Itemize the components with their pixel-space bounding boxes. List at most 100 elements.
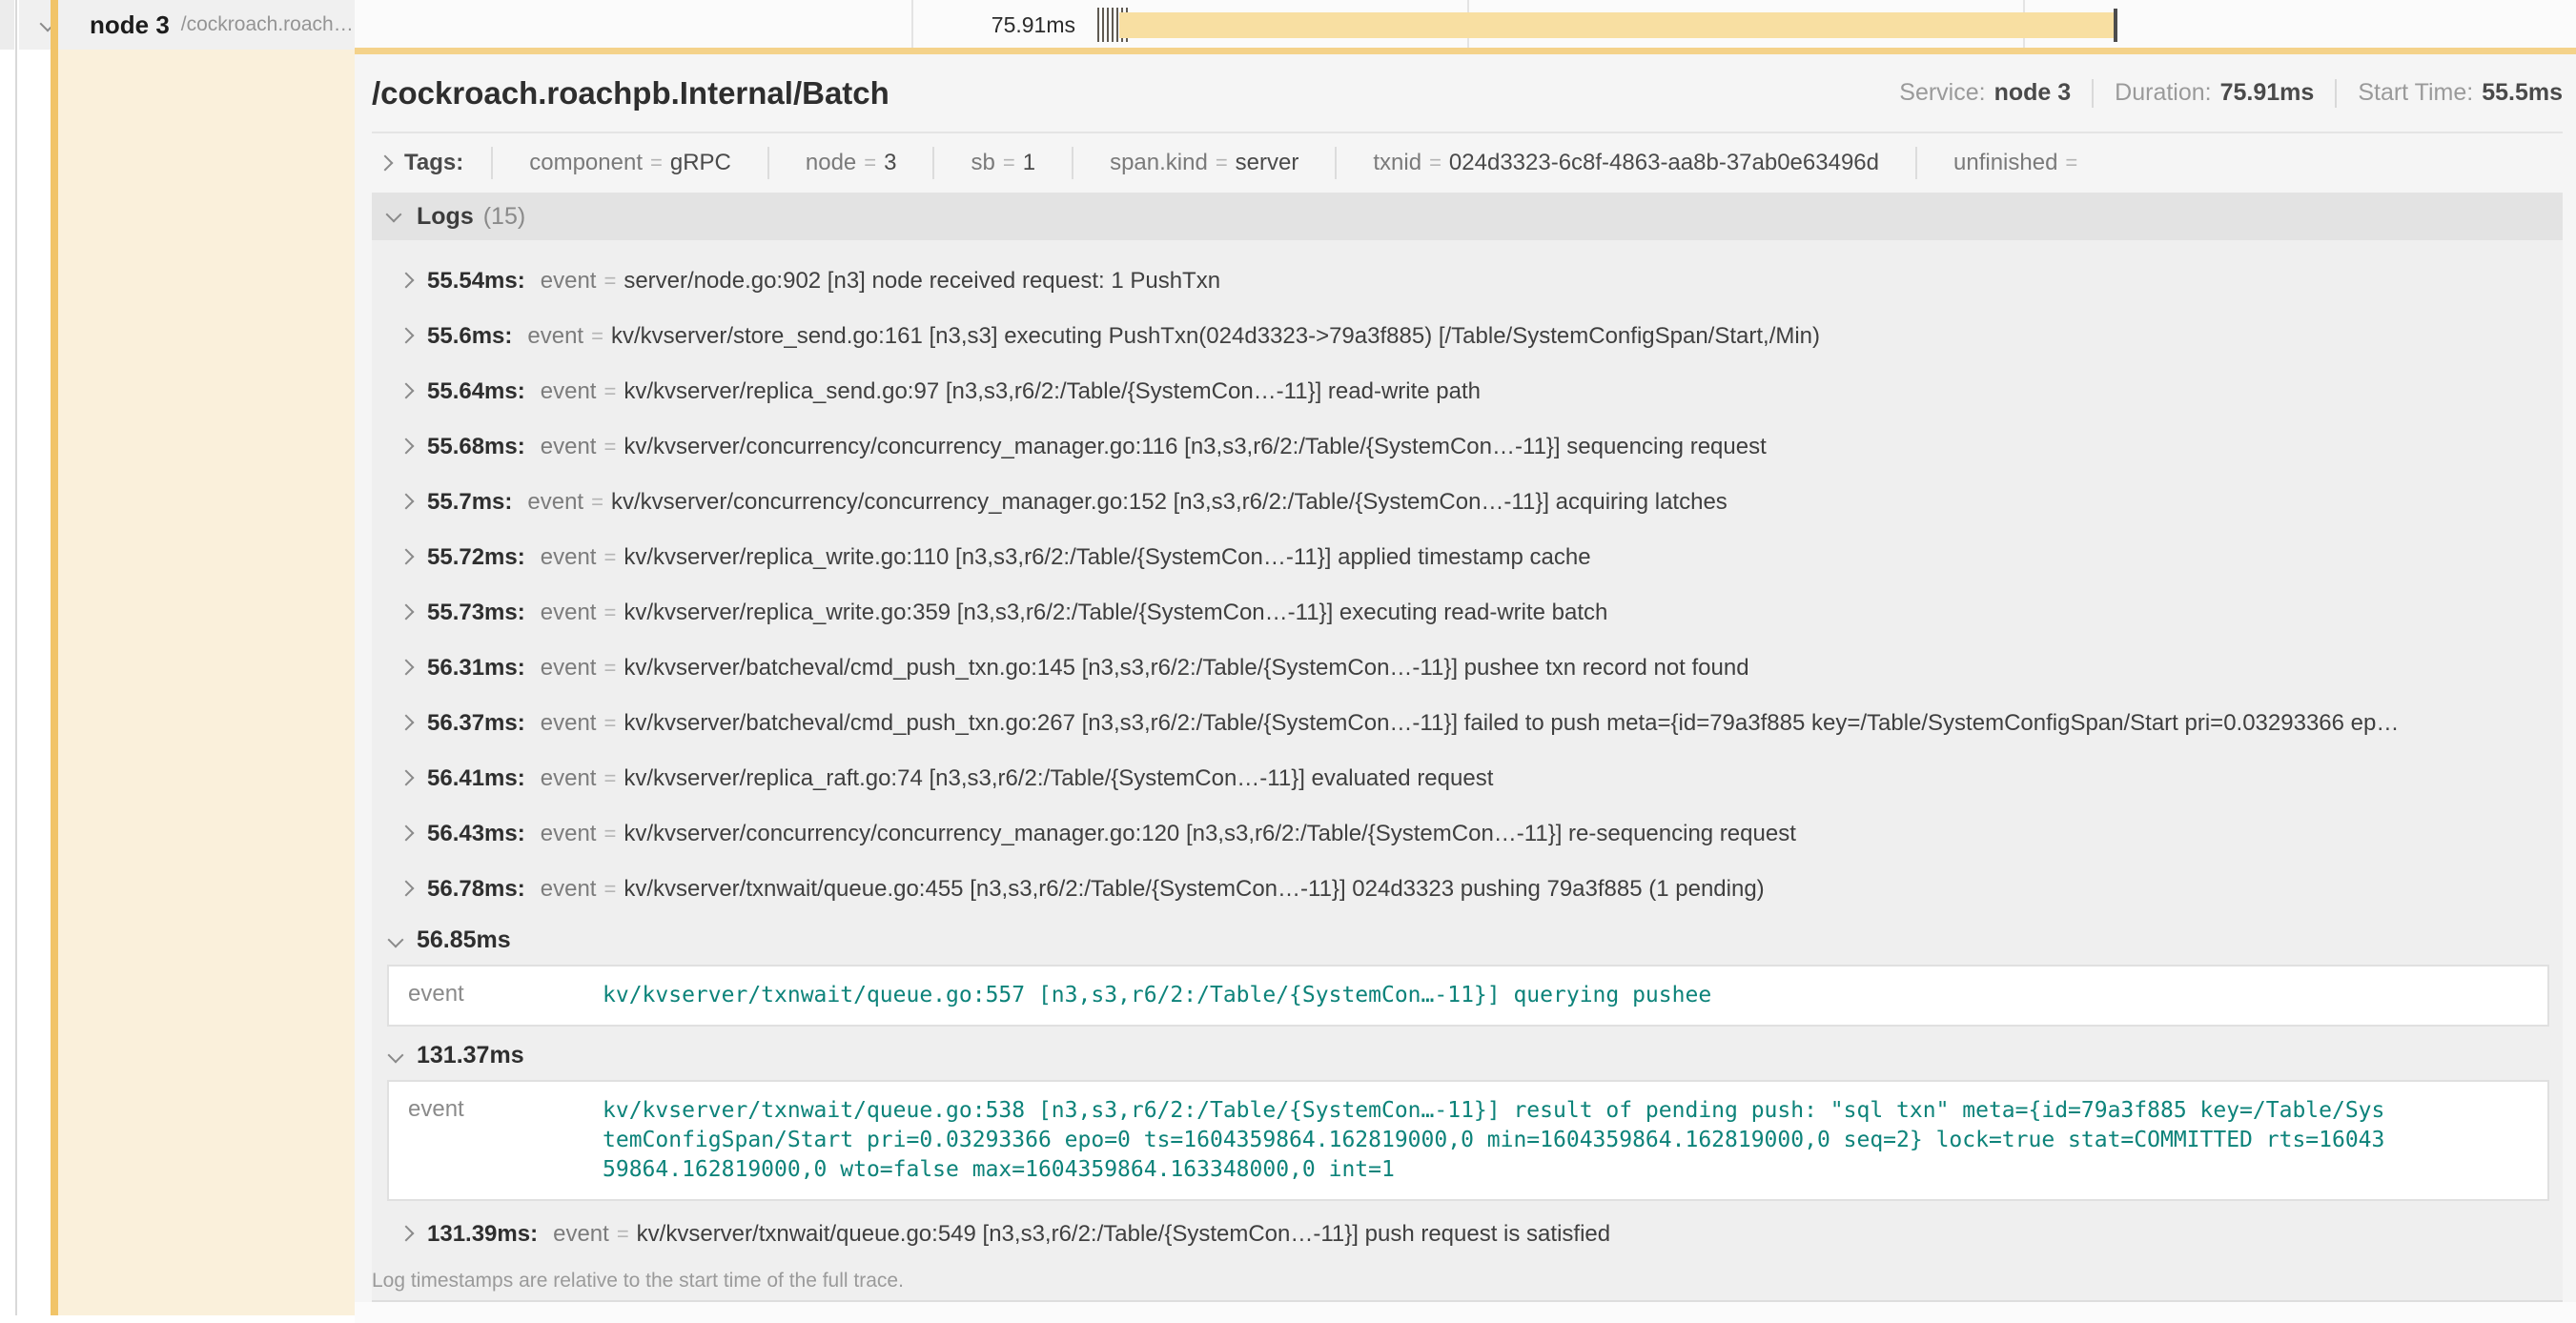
chevron-right-icon[interactable] [399,273,415,289]
log-field-key: event [541,434,597,460]
log-field-value: kv/kvserver/replica_write.go:110 [n3,s3,… [624,544,1590,571]
chevron-right-icon[interactable] [399,660,415,676]
span-name-row[interactable]: node 3 /cockroach.roach… [19,0,355,50]
equals-sign: = [603,711,616,736]
chevron-right-icon[interactable] [399,438,415,455]
log-field-value-mono: kv/kvserver/txnwait/queue.go:538 [n3,s3,… [603,1096,2384,1185]
equals-sign: = [1003,151,1015,175]
span-end-tick [2114,9,2117,42]
logs-footer-note: Log timestamps are relative to the start… [372,1262,2563,1300]
expanded-log-header[interactable]: 131.37ms [372,1032,2563,1078]
selected-row-highlight-column [58,50,355,1315]
log-field-value: kv/kvserver/concurrency/concurrency_mana… [611,489,1728,516]
chevron-down-icon[interactable] [386,207,402,223]
log-timestamp: 55.68ms: [427,434,525,460]
log-row[interactable]: 55.72ms:event=kv/kvserver/replica_write.… [372,530,2563,585]
start-time-label: Start Time: [2358,79,2473,107]
chevron-right-icon[interactable] [399,770,415,786]
equals-sign: = [2065,151,2077,175]
log-field-key: event [541,821,597,847]
equals-sign: = [603,822,616,846]
child-span-tick [1107,8,1109,42]
log-timestamp: 56.37ms: [427,710,525,737]
equals-sign: = [617,1222,629,1247]
span-operation-name: /cockroach.roach… [181,13,354,36]
equals-sign: = [603,545,616,570]
log-field-key: event [527,489,583,516]
equals-sign: = [603,379,616,404]
top-left-strip [0,0,14,50]
chevron-right-icon[interactable] [399,825,415,842]
log-row[interactable]: 55.73ms:event=kv/kvserver/replica_write.… [372,585,2563,641]
log-row[interactable]: 55.6ms: event = kv/kvserver/store_send.go:1… [372,309,2563,364]
log-entry-expanded: 56.85ms event kv/kvserver/txnwait/queue.… [372,917,2563,1027]
log-field-key: event [541,544,597,571]
equals-sign: = [650,151,663,175]
equals-sign: = [603,269,616,294]
equals-sign: = [603,435,616,459]
log-field-value: kv/kvserver/txnwait/queue.go:549 [n3,s3,… [637,1221,1610,1248]
start-time-value: 55.5ms [2482,79,2563,107]
span-duration-bar[interactable] [1119,12,2115,38]
log-field-value: kv/kvserver/batcheval/cmd_push_txn.go:26… [624,710,2399,737]
log-row[interactable]: 56.41ms:event=kv/kvserver/replica_raft.g… [372,751,2563,806]
tag-node: node=3 [749,147,915,179]
chevron-right-icon[interactable] [399,549,415,565]
chevron-right-icon[interactable] [399,494,415,510]
tag-txnid: txnid=024d3323-6c8f-4863-aa8b-37ab0e6349… [1317,147,1897,179]
equals-sign: = [1429,151,1441,175]
log-timestamp: 131.39ms: [427,1221,538,1248]
log-timestamp: 55.6ms: [427,323,512,350]
log-row[interactable]: 56.78ms:event=kv/kvserver/txnwait/queue.… [372,862,2563,917]
log-row[interactable]: 55.7ms: event = kv/kvserver/concurrency/con… [372,475,2563,530]
log-field-value: kv/kvserver/batcheval/cmd_push_txn.go:14… [624,655,1748,682]
log-field-key: event [527,323,583,350]
span-service-name: node 3 [90,10,170,40]
log-field-value: kv/kvserver/replica_raft.go:74 [n3,s3,r6… [624,765,1493,792]
log-timestamp: 56.85ms [417,926,511,954]
chevron-right-icon[interactable] [399,715,415,731]
duration-value: 75.91ms [2220,79,2315,107]
tag-span-kind: span.kind=server [1053,147,1317,179]
log-row[interactable]: 55.68ms:event=kv/kvserver/concurrency/co… [372,419,2563,475]
log-field-value: kv/kvserver/replica_write.go:359 [n3,s3,… [624,600,1607,626]
log-row[interactable]: 56.31ms:event=kv/kvserver/batcheval/cmd_… [372,641,2563,696]
selected-span-color-strip [51,0,58,1315]
log-row[interactable]: 55.64ms:event=kv/kvserver/replica_send.g… [372,364,2563,419]
child-span-tick [1102,8,1104,42]
log-field-key: event [553,1221,609,1248]
log-timestamp: 56.78ms: [427,876,525,903]
span-detail-panel: /cockroach.roachpb.Internal/Batch Servic… [355,54,2576,1315]
child-span-tick [1112,8,1114,42]
chevron-down-icon[interactable] [388,932,404,948]
chevron-right-icon[interactable] [399,881,415,897]
span-meta: Service:node 3 Duration:75.91ms Start Ti… [1899,79,2563,108]
equals-sign: = [591,324,603,349]
chevron-right-icon[interactable] [399,383,415,399]
log-field-key: event [541,600,597,626]
chevron-right-icon[interactable] [399,1226,415,1242]
log-field-value: kv/kvserver/txnwait/queue.go:455 [n3,s3,… [624,876,1764,903]
log-field-value: kv/kvserver/store_send.go:161 [n3,s3] ex… [611,323,1820,350]
log-row[interactable]: 56.37ms:event=kv/kvserver/batcheval/cmd_… [372,696,2563,751]
log-list: 55.54ms:event=server/node.go:902 [n3] no… [372,240,2563,1300]
log-row[interactable]: 55.54ms:event=server/node.go:902 [n3] no… [372,254,2563,309]
tags-section[interactable]: Tags: component=gRPC node=3 sb=1 span.ki… [372,133,2563,193]
chevron-down-icon[interactable] [388,1048,404,1064]
log-field-key: event [541,655,597,682]
log-timestamp: 55.7ms: [427,489,512,516]
equals-sign: = [591,490,603,515]
log-field-key: event [389,981,603,1010]
log-row[interactable]: 131.39ms: event = kv/kvserver/txnwait/queue… [372,1207,2563,1262]
equals-sign: = [603,877,616,902]
chevron-right-icon[interactable] [399,604,415,621]
chevron-right-icon[interactable] [399,328,415,344]
expanded-log-detail: event kv/kvserver/txnwait/queue.go:538 [… [387,1080,2549,1201]
chevron-right-icon[interactable] [378,155,394,172]
logs-header[interactable]: Logs (15) [372,193,2563,240]
expanded-log-header[interactable]: 56.85ms [372,917,2563,963]
equals-sign: = [603,656,616,681]
log-row[interactable]: 56.43ms:event=kv/kvserver/concurrency/co… [372,806,2563,862]
child-span-tick [1097,8,1099,42]
logs-section: Logs (15) 55.54ms:event=server/node.go:9… [372,193,2563,1302]
